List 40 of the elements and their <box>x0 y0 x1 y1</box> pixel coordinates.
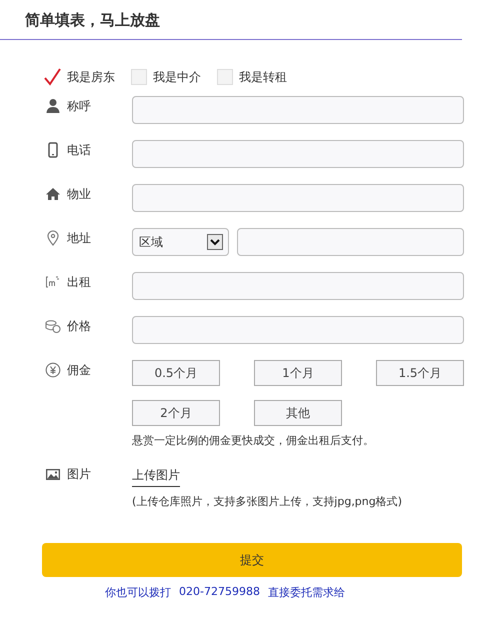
commission-option[interactable]: 1个月 <box>254 360 342 386</box>
field-label: 佣金 <box>67 362 91 378</box>
upload-link[interactable]: 上传图片 <box>132 467 180 487</box>
yen-icon <box>45 362 61 378</box>
district-select[interactable]: 区域 <box>132 228 229 256</box>
image-icon <box>45 466 61 482</box>
field-label: 价格 <box>67 318 91 334</box>
role-label: 我是中介 <box>153 68 201 86</box>
input-field[interactable] <box>132 316 464 344</box>
input-field[interactable] <box>132 140 464 168</box>
footer-text: 你也可以拨打 <box>105 585 171 600</box>
coins-icon <box>45 318 61 334</box>
house-icon <box>45 186 61 202</box>
form-title: 简单填表，马上放盘 <box>24 10 161 31</box>
role-label: 我是转租 <box>239 68 287 86</box>
checkbox[interactable] <box>43 68 61 86</box>
input-field[interactable] <box>132 272 464 300</box>
commission-option[interactable]: 其他 <box>254 400 342 426</box>
field-label: 物业 <box>67 186 91 202</box>
field-label: 称呼 <box>67 98 91 114</box>
field-label: 出租 <box>67 274 91 290</box>
field-label: 图片 <box>67 466 91 482</box>
submit-button[interactable]: 提交 <box>42 543 462 577</box>
input-field[interactable] <box>237 228 464 256</box>
upload-note: (上传仓库照片，支持多张图片上传，支持jpg,png格式) <box>132 494 404 509</box>
footer-text: 020-72759988 <box>179 585 260 600</box>
commission-option[interactable]: 0.5个月 <box>132 360 220 386</box>
field-label: 地址 <box>67 230 91 246</box>
role-label: 我是房东 <box>67 68 115 86</box>
square-meter-icon <box>45 274 61 290</box>
commission-note: 悬赏一定比例的佣金更快成交，佣金出租后支付。 <box>132 433 375 448</box>
field-label: 电话 <box>67 142 91 158</box>
location-pin-icon <box>45 230 61 246</box>
caret-icon[interactable] <box>207 234 223 250</box>
commission-option[interactable]: 1.5个月 <box>376 360 464 386</box>
person-icon <box>45 98 61 114</box>
input-field[interactable] <box>132 96 464 124</box>
commission-option[interactable]: 2个月 <box>132 400 220 426</box>
input-field[interactable] <box>132 184 464 212</box>
footer-text: 直接委托需求给 <box>268 585 345 600</box>
